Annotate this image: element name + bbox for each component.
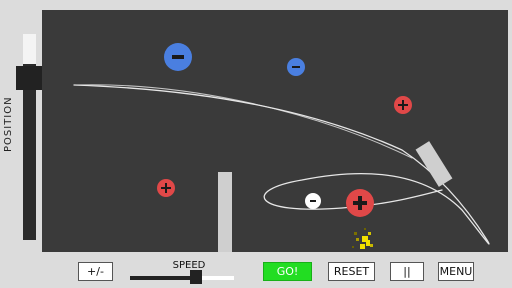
positive-charge-large[interactable] xyxy=(346,189,374,217)
position-slider-track[interactable] xyxy=(23,34,36,240)
plus-icon xyxy=(397,99,409,111)
spark-particles xyxy=(352,228,373,249)
go-button[interactable]: GO! xyxy=(263,262,312,281)
speed-slider-handle[interactable] xyxy=(190,270,202,284)
plus-icon xyxy=(160,182,172,194)
reset-button[interactable]: RESET xyxy=(328,262,375,281)
minus-icon xyxy=(291,62,301,72)
trajectory-trail xyxy=(73,84,490,245)
menu-button[interactable]: MENU xyxy=(438,262,474,281)
sign-toggle-button[interactable]: +/- xyxy=(78,262,113,281)
wall-obstacle[interactable] xyxy=(218,172,232,252)
speed-label: SPEED xyxy=(172,260,206,271)
player-particle[interactable] xyxy=(305,193,321,209)
play-arena[interactable] xyxy=(42,10,508,252)
position-slider-fill xyxy=(23,34,36,64)
negative-charge-small[interactable] xyxy=(287,58,305,76)
positive-charge-small[interactable] xyxy=(394,96,412,114)
pause-button[interactable]: || xyxy=(390,262,424,281)
negative-charge-large[interactable] xyxy=(164,43,192,71)
positive-charge-small[interactable] xyxy=(157,179,175,197)
minus-icon xyxy=(309,197,317,205)
position-slider-handle[interactable] xyxy=(16,66,42,90)
position-label: POSITION xyxy=(3,96,14,152)
plus-icon xyxy=(351,194,369,212)
speed-slider-remainder xyxy=(200,276,234,280)
minus-icon xyxy=(170,49,186,65)
